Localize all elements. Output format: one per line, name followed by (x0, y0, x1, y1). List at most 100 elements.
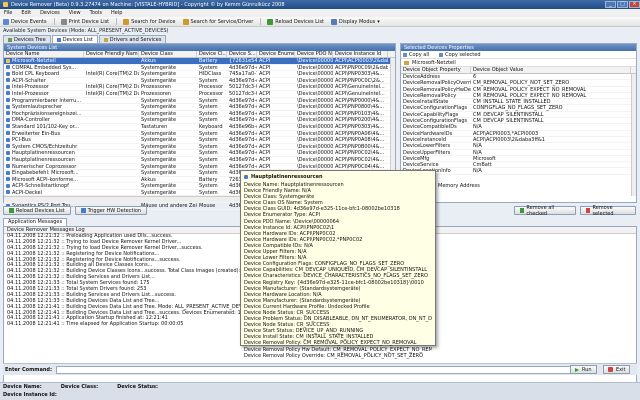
table-cell: ACPI (259, 143, 271, 150)
column-header[interactable]: Device Instance Id (333, 51, 388, 57)
table-cell: \Device\00000067 (297, 84, 333, 90)
table-row[interactable]: Systemlautsprecher Systemgeräte System 4d36… (4, 104, 395, 111)
property-name: DeviceMfg (403, 155, 430, 162)
table-cell: Systemgeräte (141, 183, 177, 189)
column-header[interactable]: Device Friendly Name (84, 51, 139, 57)
table-cell: Systemgeräte (141, 77, 177, 84)
column-header[interactable]: Device S... (227, 51, 257, 57)
maximize-button[interactable]: □ (617, 1, 628, 8)
events-icon (3, 18, 9, 25)
properties-grid-body: DeviceAddress 6 DeviceRemovalPolicyOverrid… (401, 74, 636, 175)
command-input[interactable] (56, 365, 576, 374)
column-header[interactable]: Device PDO Name (295, 51, 333, 57)
property-value: CmBatt (473, 162, 492, 168)
display-modus-button[interactable]: Display Modus ▾ (330, 18, 380, 25)
table-cell: Hochpräzisionsereigniszei... (4, 111, 84, 116)
table-row[interactable]: Hauptplatinenressourcen Systemgeräte Syste… (4, 150, 395, 157)
table-row[interactable]: Microsoft-Netzteil Akkus Battery {72631e54.… (4, 58, 395, 65)
column-header[interactable]: Device Object Value (471, 67, 631, 73)
remove-actions: Remove all checked Remove selected (514, 205, 640, 217)
menu-tools[interactable]: Tools (90, 10, 102, 16)
device-events-button[interactable]: Device Events (3, 18, 47, 25)
close-button[interactable]: × (629, 1, 640, 8)
menu-view[interactable]: View (69, 10, 81, 16)
remove-selected-button[interactable]: Remove selected (580, 205, 636, 217)
reload-list-button[interactable]: Reload Devices List (3, 206, 71, 215)
search-service-button[interactable]: Search for Service/Driver (182, 18, 253, 25)
table-row[interactable]: Standard 101/102-Key or... Tastaturen Keyb… (4, 124, 395, 131)
table-row[interactable]: Intel-ProzessorIntel(R) Core(TM)2 Duo C.… (4, 84, 395, 91)
property-value: CM_REMOVAL_POLICY_EXPECT_NO_REMOVAL (473, 92, 587, 99)
property-value: N/A (473, 149, 482, 155)
device-status-status: Device Status: (117, 384, 159, 390)
table-cell: System (199, 110, 218, 117)
copy-all-button[interactable]: Copy all (403, 52, 434, 58)
table-row[interactable]: Hauptplatinenressourcen Systemgeräte Syste… (4, 157, 395, 164)
table-cell: ACPI\PNP0A08\4&... (335, 137, 385, 143)
table-cell: ACPI\PNP0B00\4&... (335, 143, 385, 150)
minimize-button[interactable]: _ (605, 1, 616, 8)
table-cell: \Device\00000065 (297, 97, 333, 104)
property-name: DeviceInstanceId (403, 136, 447, 143)
table-cell: 4d36e97d-e3... (229, 163, 257, 170)
column-header[interactable]: Device Cl... (197, 51, 227, 57)
menu-file[interactable]: File (4, 10, 12, 16)
print-device-list-button[interactable]: Print Device List (60, 18, 109, 25)
menu-help[interactable]: Help (111, 10, 122, 16)
table-cell: ACPI (259, 77, 271, 84)
column-header[interactable]: Device Object Property (401, 67, 471, 73)
column-header[interactable]: Device Name (4, 51, 84, 57)
table-cell: HIDClass (199, 71, 222, 77)
device-icon (6, 164, 10, 168)
table-row[interactable]: Programmierbarer Interru... Systemgeräte S… (4, 98, 395, 105)
table-row[interactable]: Intel-ProzessorIntel(R) Core(TM)2 Duo C.… (4, 91, 395, 98)
table-cell: Hauptplatinenressourcen (4, 150, 84, 156)
copy-selected-button[interactable]: Copy selected (439, 52, 485, 58)
table-cell: Systemgeräte (141, 97, 177, 104)
table-cell: 4d36e97d-e3... (229, 156, 257, 163)
menu-devices[interactable]: Devices (40, 10, 60, 16)
table-cell: System (199, 97, 218, 104)
vertical-scrollbar[interactable] (631, 74, 636, 196)
table-cell: ACPI\PNP0A06\4&... (335, 130, 385, 137)
properties-toolbar: Copy all Copy selected (401, 51, 636, 59)
table-row[interactable]: System CMOS/Echtzeituhr Systemgeräte Syste… (4, 144, 395, 151)
table-row[interactable]: ACPI-Schalter Systemgeräte System 4d36e97d-… (4, 78, 395, 85)
tab-application-messages[interactable]: Application Messages (3, 218, 68, 226)
table-cell: 4d36e97d-e3... (229, 104, 257, 110)
property-row[interactable]: DeviceLocationInfoN/A (401, 168, 636, 175)
reload-icon (9, 208, 14, 213)
run-button[interactable]: Run (570, 365, 597, 374)
tab-drivers-services[interactable]: Drivers and Services (98, 35, 167, 43)
table-cell: ACPI\PNP0C0C\2&... (335, 77, 385, 84)
table-row[interactable]: COMPAL Embedded Sys... Systemgeräte System… (4, 65, 395, 72)
table-row[interactable]: Hochpräzisionsereigniszei... Systemgeräte… (4, 111, 395, 118)
table-row[interactable]: Bold CPL KeyboardIntel(R) Core(TM)2 Duo … (4, 71, 395, 78)
table-cell: System (199, 189, 218, 196)
properties-grid-header: Device Object Property Device Object Val… (401, 67, 636, 74)
exit-button[interactable]: Exit (603, 365, 631, 374)
column-header[interactable]: Device Class (139, 51, 197, 57)
table-row[interactable]: DMA-Controller Systemgeräte System 4d36e97d… (4, 117, 395, 124)
table-row[interactable]: PCI-BusSystemgeräteSystem4d36e97d-e3...A… (4, 137, 395, 144)
reload-devices-button[interactable]: Reload Devices List (267, 18, 324, 25)
table-cell: ACPI-Deckel (4, 190, 84, 195)
table-cell (84, 131, 139, 137)
print-icon (60, 18, 67, 25)
tab-devices-tree[interactable]: Devices Tree (3, 35, 51, 43)
table-cell: {72631e54... (229, 58, 257, 64)
device-icon (6, 131, 10, 136)
table-cell: ACPI-Schalter (4, 78, 84, 83)
menu-edit[interactable]: Edit (21, 10, 31, 16)
remove-all-checked-button[interactable]: Remove all checked (514, 205, 577, 217)
table-cell: DMA-Controller (4, 117, 84, 123)
table-cell: System (199, 130, 218, 137)
table-row[interactable]: Erweiterter Ein-Bus Systemgeräte System 4d3… (4, 131, 395, 138)
table-cell: System (199, 104, 218, 110)
trigger-hw-detection-button[interactable]: Trigger HW Detection (74, 206, 148, 215)
search-device-button[interactable]: Search for Device (123, 18, 176, 25)
table-cell: Systemgeräte (141, 117, 177, 123)
column-header[interactable]: Device Enumerator Type (257, 51, 295, 57)
tab-devices-list[interactable]: Devices List (51, 35, 98, 43)
table-cell: Programmierbarer Interru... (4, 98, 84, 103)
